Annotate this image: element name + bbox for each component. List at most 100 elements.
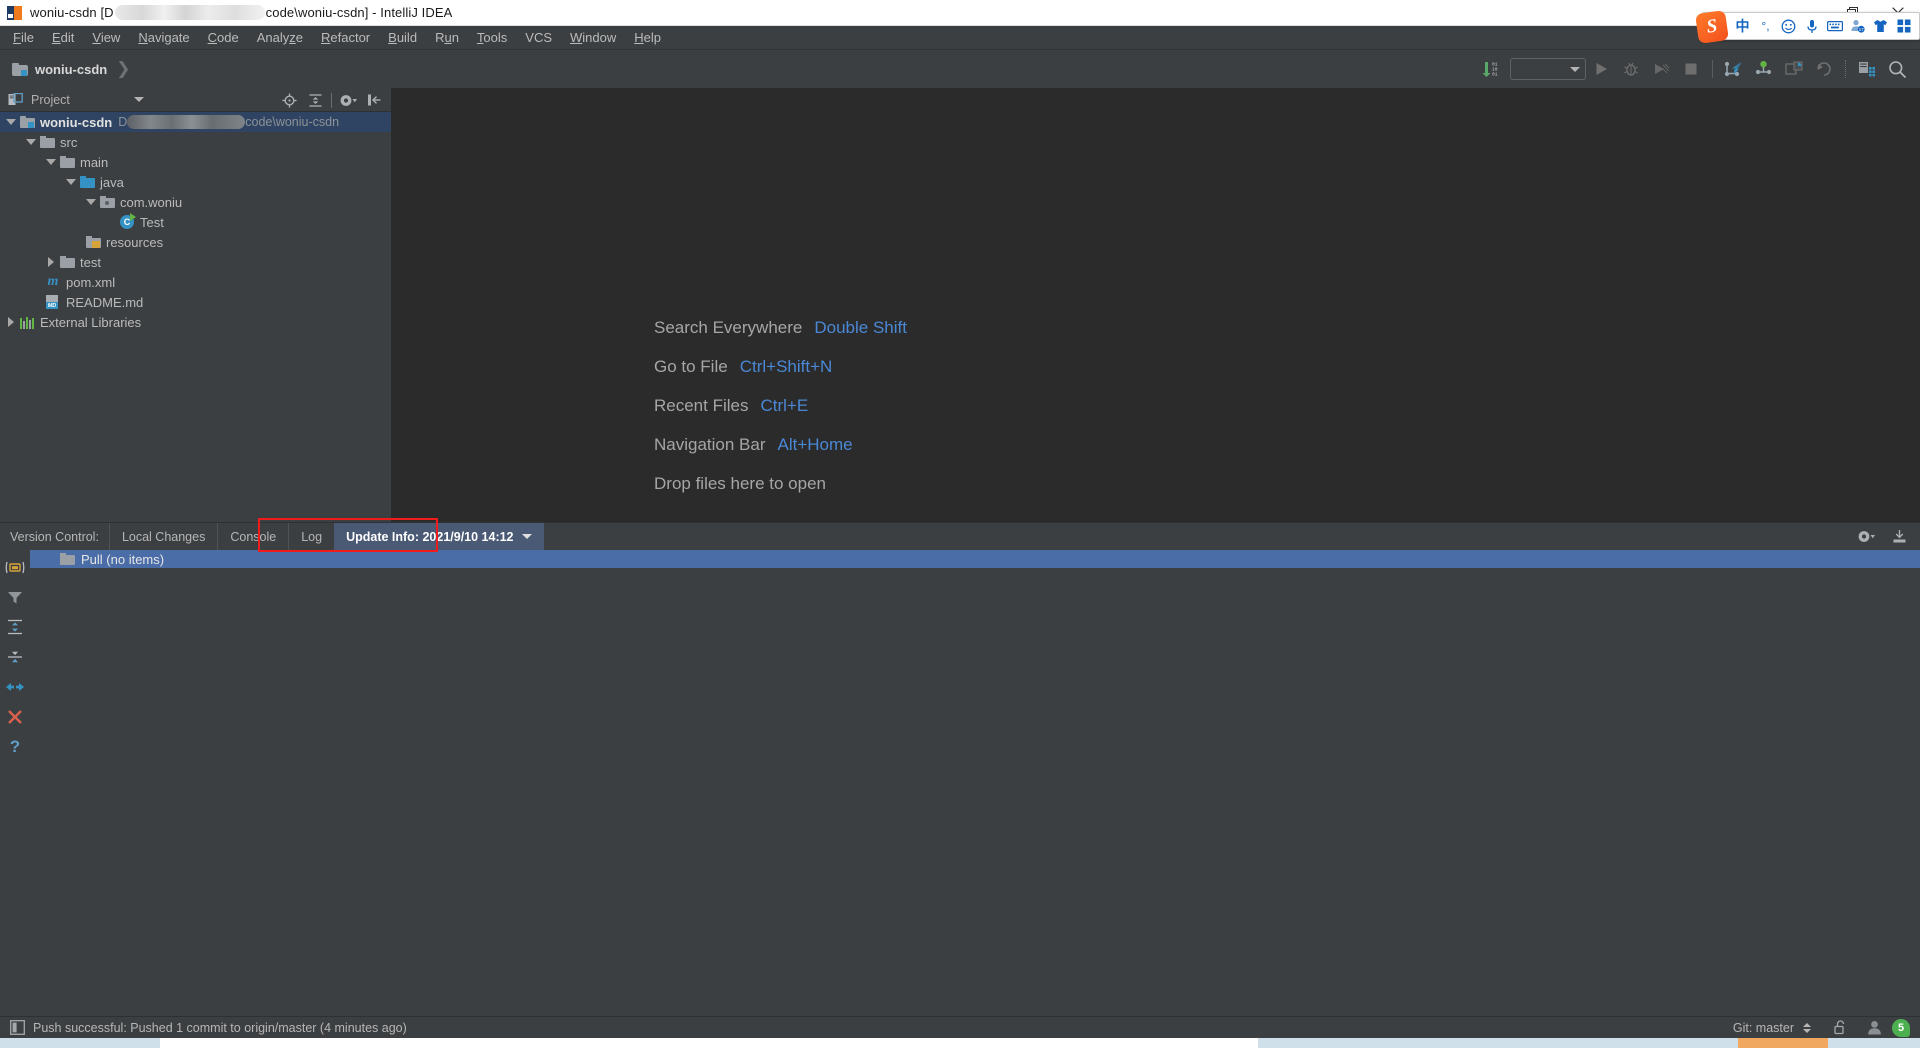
search-everywhere-icon[interactable] xyxy=(1884,56,1910,82)
ime-chinese-mode-icon[interactable]: 中 xyxy=(1731,13,1754,39)
download-update-icon[interactable]: 01 10 01 xyxy=(1478,56,1504,82)
user-icon[interactable] xyxy=(1867,1020,1882,1035)
tree-node-label: java xyxy=(100,174,124,190)
git-branch-widget[interactable]: Git: master xyxy=(1733,1021,1794,1035)
vcs-push-icon[interactable] xyxy=(1781,56,1807,82)
menu-window[interactable]: Window xyxy=(561,27,625,48)
tree-node-src[interactable]: src xyxy=(0,132,391,152)
version-control-tabbar: Version Control: Local Changes Console L… xyxy=(0,522,1920,550)
tree-node-label: External Libraries xyxy=(40,314,142,330)
expand-arrow-down-icon[interactable] xyxy=(64,172,78,192)
group-by-directory-icon[interactable] xyxy=(0,554,30,580)
expand-all-icon[interactable] xyxy=(0,614,30,640)
menu-help[interactable]: Help xyxy=(625,27,670,48)
tab-console[interactable]: Console xyxy=(217,523,288,550)
expand-arrow-down-icon[interactable] xyxy=(24,132,38,152)
menu-vcs[interactable]: VCS xyxy=(516,27,561,48)
sogou-ime-toolbar[interactable]: S 中 °, 17 xyxy=(1695,10,1920,44)
vcs-commit-icon[interactable] xyxy=(1751,56,1777,82)
tree-node-resources[interactable]: resources xyxy=(0,232,391,252)
expand-arrow-right-icon[interactable] xyxy=(44,252,58,272)
collapse-all-icon[interactable] xyxy=(0,644,30,670)
diff-icon[interactable] xyxy=(0,674,30,700)
shortcut-row-recent-files: Recent Files Ctrl+E xyxy=(654,386,907,425)
locate-icon[interactable] xyxy=(279,90,299,110)
chevron-down-icon xyxy=(1570,66,1580,72)
tree-node-woniu-csdn[interactable]: woniu-csdn Dcode\woniu-csdn xyxy=(0,112,391,132)
version-control-update-tree[interactable]: Pull (no items) xyxy=(30,550,1920,1026)
menu-navigate[interactable]: Navigate xyxy=(129,27,198,48)
search-structure-icon[interactable] xyxy=(1854,56,1880,82)
sogou-logo-icon[interactable]: S xyxy=(1695,10,1729,44)
breadcrumb-label: woniu-csdn xyxy=(35,61,108,77)
editor-empty-area[interactable]: Search Everywhere Double Shift Go to Fil… xyxy=(391,88,1920,522)
menu-code[interactable]: Code xyxy=(199,27,248,48)
ime-toolbox-icon[interactable] xyxy=(1892,13,1915,39)
debug-icon[interactable] xyxy=(1618,56,1644,82)
shortcut-key: Alt+Home xyxy=(777,434,853,454)
tree-node-main[interactable]: main xyxy=(0,152,391,172)
expand-arrow-down-icon[interactable] xyxy=(4,112,18,132)
chevron-down-icon[interactable] xyxy=(521,534,532,539)
expand-arrow-down-icon[interactable] xyxy=(84,192,98,212)
close-icon[interactable] xyxy=(0,704,30,730)
tree-node-test-class[interactable]: C Test xyxy=(0,212,391,232)
hide-panel-icon[interactable] xyxy=(364,90,384,110)
expand-arrow-down-icon[interactable] xyxy=(44,152,58,172)
menu-view[interactable]: View xyxy=(83,27,129,48)
menu-run[interactable]: Run xyxy=(426,27,468,48)
project-tree[interactable]: woniu-csdn Dcode\woniu-csdn src main jav… xyxy=(0,112,391,522)
stop-icon[interactable] xyxy=(1678,56,1704,82)
ime-calendar-icon[interactable]: 17 xyxy=(1846,13,1869,39)
tree-node-readme-md[interactable]: MD README.md xyxy=(0,292,391,312)
menu-edit[interactable]: Edit xyxy=(43,27,83,48)
notification-badge[interactable]: 5 xyxy=(1892,1018,1910,1037)
ime-keyboard-icon[interactable] xyxy=(1823,13,1846,39)
vcs-tree-row-label: Pull (no items) xyxy=(81,551,165,567)
menu-build[interactable]: Build xyxy=(379,27,426,48)
ime-emoji-icon[interactable] xyxy=(1777,13,1800,39)
ime-punctuation-icon[interactable]: °, xyxy=(1754,13,1777,39)
ime-skin-icon[interactable] xyxy=(1869,13,1892,39)
tab-update-info[interactable]: Update Info: 2021/9/10 14:12 xyxy=(334,523,544,550)
expand-arrow-right-icon[interactable] xyxy=(4,312,18,332)
menu-analyze[interactable]: Analyze xyxy=(248,27,312,48)
toggle-toolwindows-icon[interactable] xyxy=(10,1020,25,1035)
settings-gear-icon[interactable] xyxy=(1856,527,1876,547)
settings-gear-icon[interactable] xyxy=(338,90,358,110)
breadcrumb-separator-icon: ❯ xyxy=(116,59,131,78)
run-icon[interactable] xyxy=(1588,56,1614,82)
vcs-update-project-icon[interactable] xyxy=(1721,56,1747,82)
unlocked-icon[interactable] xyxy=(1833,1020,1847,1035)
windows-taskbar xyxy=(0,1038,1920,1048)
status-bar-left: Push successful: Pushed 1 commit to orig… xyxy=(10,1020,407,1035)
menu-file[interactable]: File xyxy=(4,27,43,48)
version-control-tabbar-tools xyxy=(1853,523,1920,550)
filter-icon[interactable] xyxy=(0,584,30,610)
tree-node-external-libraries[interactable]: External Libraries xyxy=(0,312,391,332)
tree-node-pom-xml[interactable]: m pom.xml xyxy=(0,272,391,292)
tab-log[interactable]: Log xyxy=(288,523,334,550)
hide-panel-icon[interactable] xyxy=(1889,527,1909,547)
collapse-all-icon[interactable] xyxy=(305,90,325,110)
redacted-path-blur xyxy=(127,115,246,129)
help-icon[interactable]: ? xyxy=(0,734,30,760)
tab-label: Console xyxy=(230,529,277,544)
svg-text:01: 01 xyxy=(1492,72,1498,78)
chevron-down-icon[interactable] xyxy=(133,97,144,102)
ime-microphone-icon[interactable] xyxy=(1800,13,1823,39)
vcs-tree-row-pull[interactable]: Pull (no items) xyxy=(30,550,1920,568)
vcs-rollback-icon[interactable] xyxy=(1811,56,1837,82)
menu-refactor[interactable]: Refactor xyxy=(312,27,379,48)
tree-node-test[interactable]: test xyxy=(0,252,391,272)
tab-local-changes[interactable]: Local Changes xyxy=(108,523,217,550)
breadcrumb[interactable]: woniu-csdn ❯ xyxy=(12,59,130,79)
external-libraries-icon xyxy=(18,314,36,330)
toolbar-separator xyxy=(1712,60,1713,78)
menu-tools[interactable]: Tools xyxy=(468,27,516,48)
branch-updown-icon[interactable] xyxy=(1803,1022,1811,1033)
coverage-icon[interactable] xyxy=(1648,56,1674,82)
run-configuration-selector[interactable] xyxy=(1510,58,1586,80)
tree-node-java[interactable]: java xyxy=(0,172,391,192)
tree-node-com-woniu[interactable]: com.woniu xyxy=(0,192,391,212)
